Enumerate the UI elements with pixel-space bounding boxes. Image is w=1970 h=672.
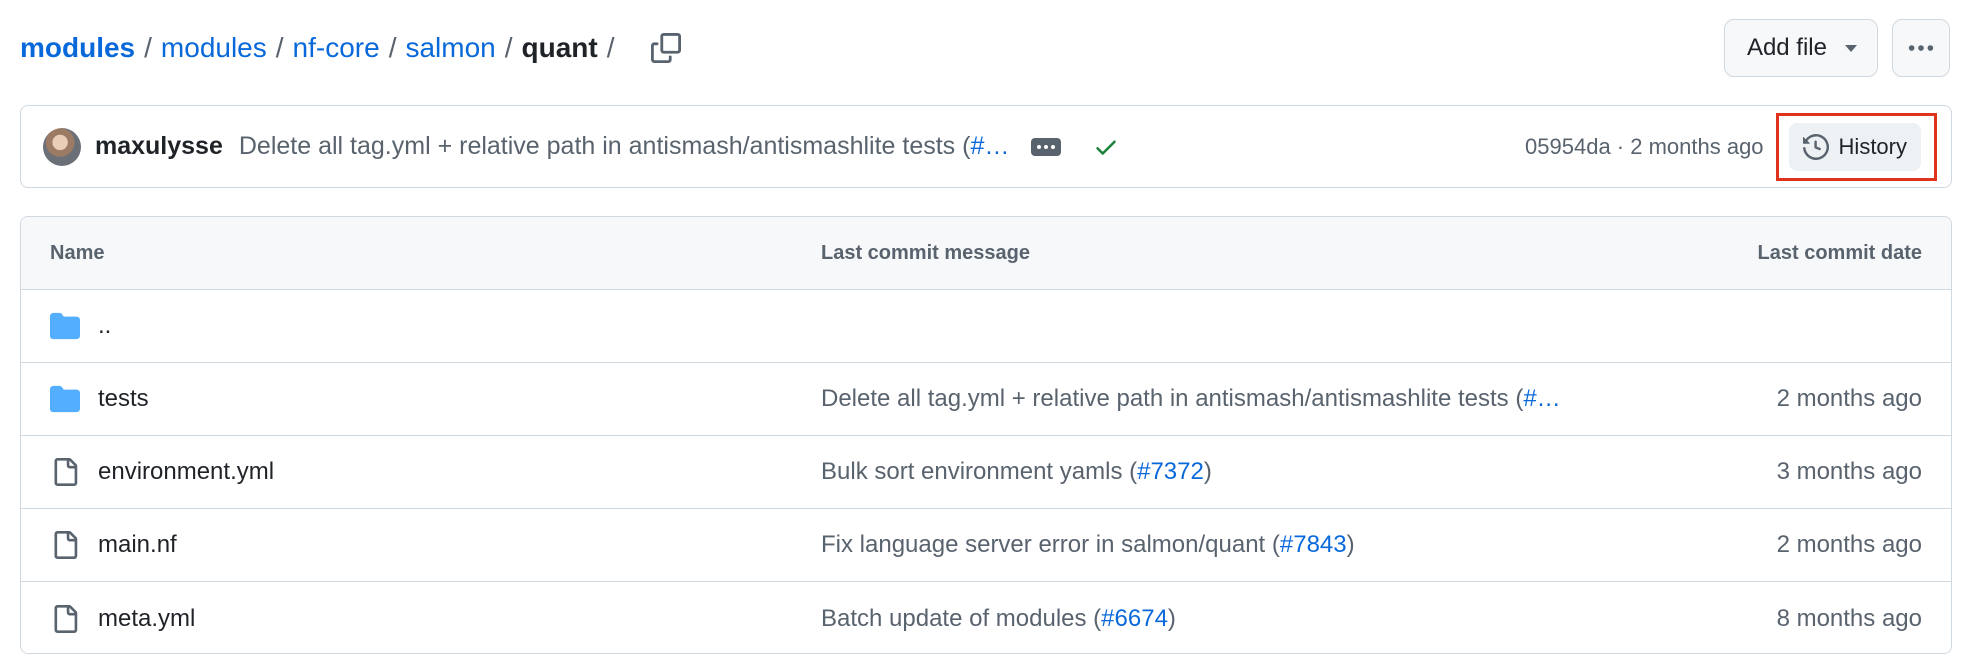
- latest-commit-message[interactable]: Delete all tag.yml + relative path in an…: [239, 132, 1010, 161]
- add-file-button[interactable]: Add file: [1723, 19, 1878, 77]
- check-icon[interactable]: [1093, 134, 1119, 160]
- top-bar: modules / modules / nf-core / salmon / q…: [20, 18, 1950, 78]
- avatar[interactable]: [43, 127, 81, 166]
- breadcrumb-separator: /: [606, 32, 615, 63]
- file-name-link[interactable]: meta.yml: [98, 605, 195, 633]
- table-header: Name Last commit message Last commit dat…: [21, 217, 1951, 290]
- file-name-link[interactable]: environment.yml: [98, 458, 274, 486]
- expand-commit-message-button[interactable]: [1031, 137, 1062, 156]
- caret-down-icon: [1845, 44, 1857, 52]
- commit-message-suffix: ): [1203, 458, 1212, 485]
- parent-directory-link[interactable]: ..: [98, 312, 111, 340]
- commit-message-link[interactable]: Bulk sort environment yamls (#7372): [821, 458, 1621, 486]
- add-file-label: Add file: [1746, 34, 1827, 61]
- commit-message-text: Bulk sort environment yamls (: [821, 458, 1138, 485]
- file-icon: [50, 530, 80, 560]
- breadcrumb-repo-link[interactable]: modules: [20, 32, 135, 64]
- commit-message-suffix: ): [1167, 604, 1176, 632]
- history-icon: [1802, 133, 1829, 160]
- history-label: History: [1838, 133, 1907, 159]
- file-name-link[interactable]: main.nf: [98, 531, 177, 559]
- history-highlight: History: [1775, 112, 1937, 181]
- pr-link[interactable]: #6674: [1101, 605, 1168, 632]
- commit-date: 2 months ago: [1776, 385, 1922, 412]
- table-row-parent[interactable]: ..: [21, 290, 1951, 363]
- breadcrumb-separator: /: [144, 32, 152, 63]
- commit-message-text: Delete all tag.yml + relative path in an…: [821, 385, 1524, 412]
- kebab-horizontal-icon: [1908, 45, 1934, 51]
- pr-link[interactable]: #7843: [1280, 531, 1347, 558]
- table-row[interactable]: meta.yml Batch update of modules (#6674)…: [21, 582, 1951, 653]
- folder-icon: [50, 384, 80, 414]
- file-name-link[interactable]: tests: [98, 385, 149, 413]
- column-header-date: Last commit date: [1757, 241, 1922, 264]
- commit-author-link[interactable]: maxulysse: [95, 132, 223, 161]
- commit-message-link[interactable]: Fix language server error in salmon/quan…: [821, 531, 1621, 559]
- commit-message-link[interactable]: Delete all tag.yml + relative path in an…: [821, 385, 1621, 413]
- breadcrumb-separator: /: [388, 32, 397, 63]
- commit-date: 3 months ago: [1776, 458, 1922, 485]
- commit-message-suffix: ): [1346, 531, 1355, 558]
- latest-commit-bar: maxulysse Delete all tag.yml + relative …: [20, 105, 1952, 188]
- pr-link[interactable]: #7372: [1137, 458, 1204, 485]
- breadcrumb: modules / modules / nf-core / salmon / q…: [20, 28, 686, 68]
- file-table: Name Last commit message Last commit dat…: [20, 216, 1952, 654]
- breadcrumb-link-salmon[interactable]: salmon: [405, 32, 495, 64]
- breadcrumb-link-nf-core[interactable]: nf-core: [293, 32, 380, 64]
- commit-date: 8 months ago: [1776, 604, 1922, 632]
- breadcrumb-current: quant: [521, 32, 598, 63]
- pr-link[interactable]: #…: [1523, 385, 1560, 412]
- top-actions: Add file: [1723, 19, 1950, 77]
- copy-icon: [650, 33, 681, 63]
- commit-date: 2 months ago: [1776, 531, 1922, 558]
- breadcrumb-separator: /: [504, 32, 513, 63]
- table-row[interactable]: environment.yml Bulk sort environment ya…: [21, 436, 1951, 509]
- commit-message-text: Batch update of modules (: [821, 604, 1102, 632]
- table-row[interactable]: tests Delete all tag.yml + relative path…: [21, 363, 1951, 436]
- table-row[interactable]: main.nf Fix language server error in sal…: [21, 509, 1951, 582]
- copy-path-button[interactable]: [646, 28, 686, 68]
- column-header-message: Last commit message: [821, 241, 1030, 264]
- more-options-button[interactable]: [1892, 19, 1950, 77]
- file-icon: [50, 604, 80, 634]
- file-icon: [50, 457, 80, 487]
- commit-message-text: Fix language server error in salmon/quan…: [821, 531, 1280, 558]
- history-button[interactable]: History: [1788, 122, 1921, 171]
- commit-message-link[interactable]: Batch update of modules (#6674): [821, 605, 1621, 633]
- breadcrumb-separator: /: [275, 32, 284, 63]
- breadcrumb-link-modules[interactable]: modules: [161, 32, 267, 64]
- commit-sha-and-date[interactable]: 05954da · 2 months ago: [1525, 134, 1764, 160]
- latest-commit-pr-link[interactable]: #…: [970, 132, 1009, 160]
- folder-icon: [50, 311, 80, 341]
- column-header-name: Name: [50, 241, 105, 264]
- latest-commit-message-text: Delete all tag.yml + relative path in an…: [238, 132, 971, 160]
